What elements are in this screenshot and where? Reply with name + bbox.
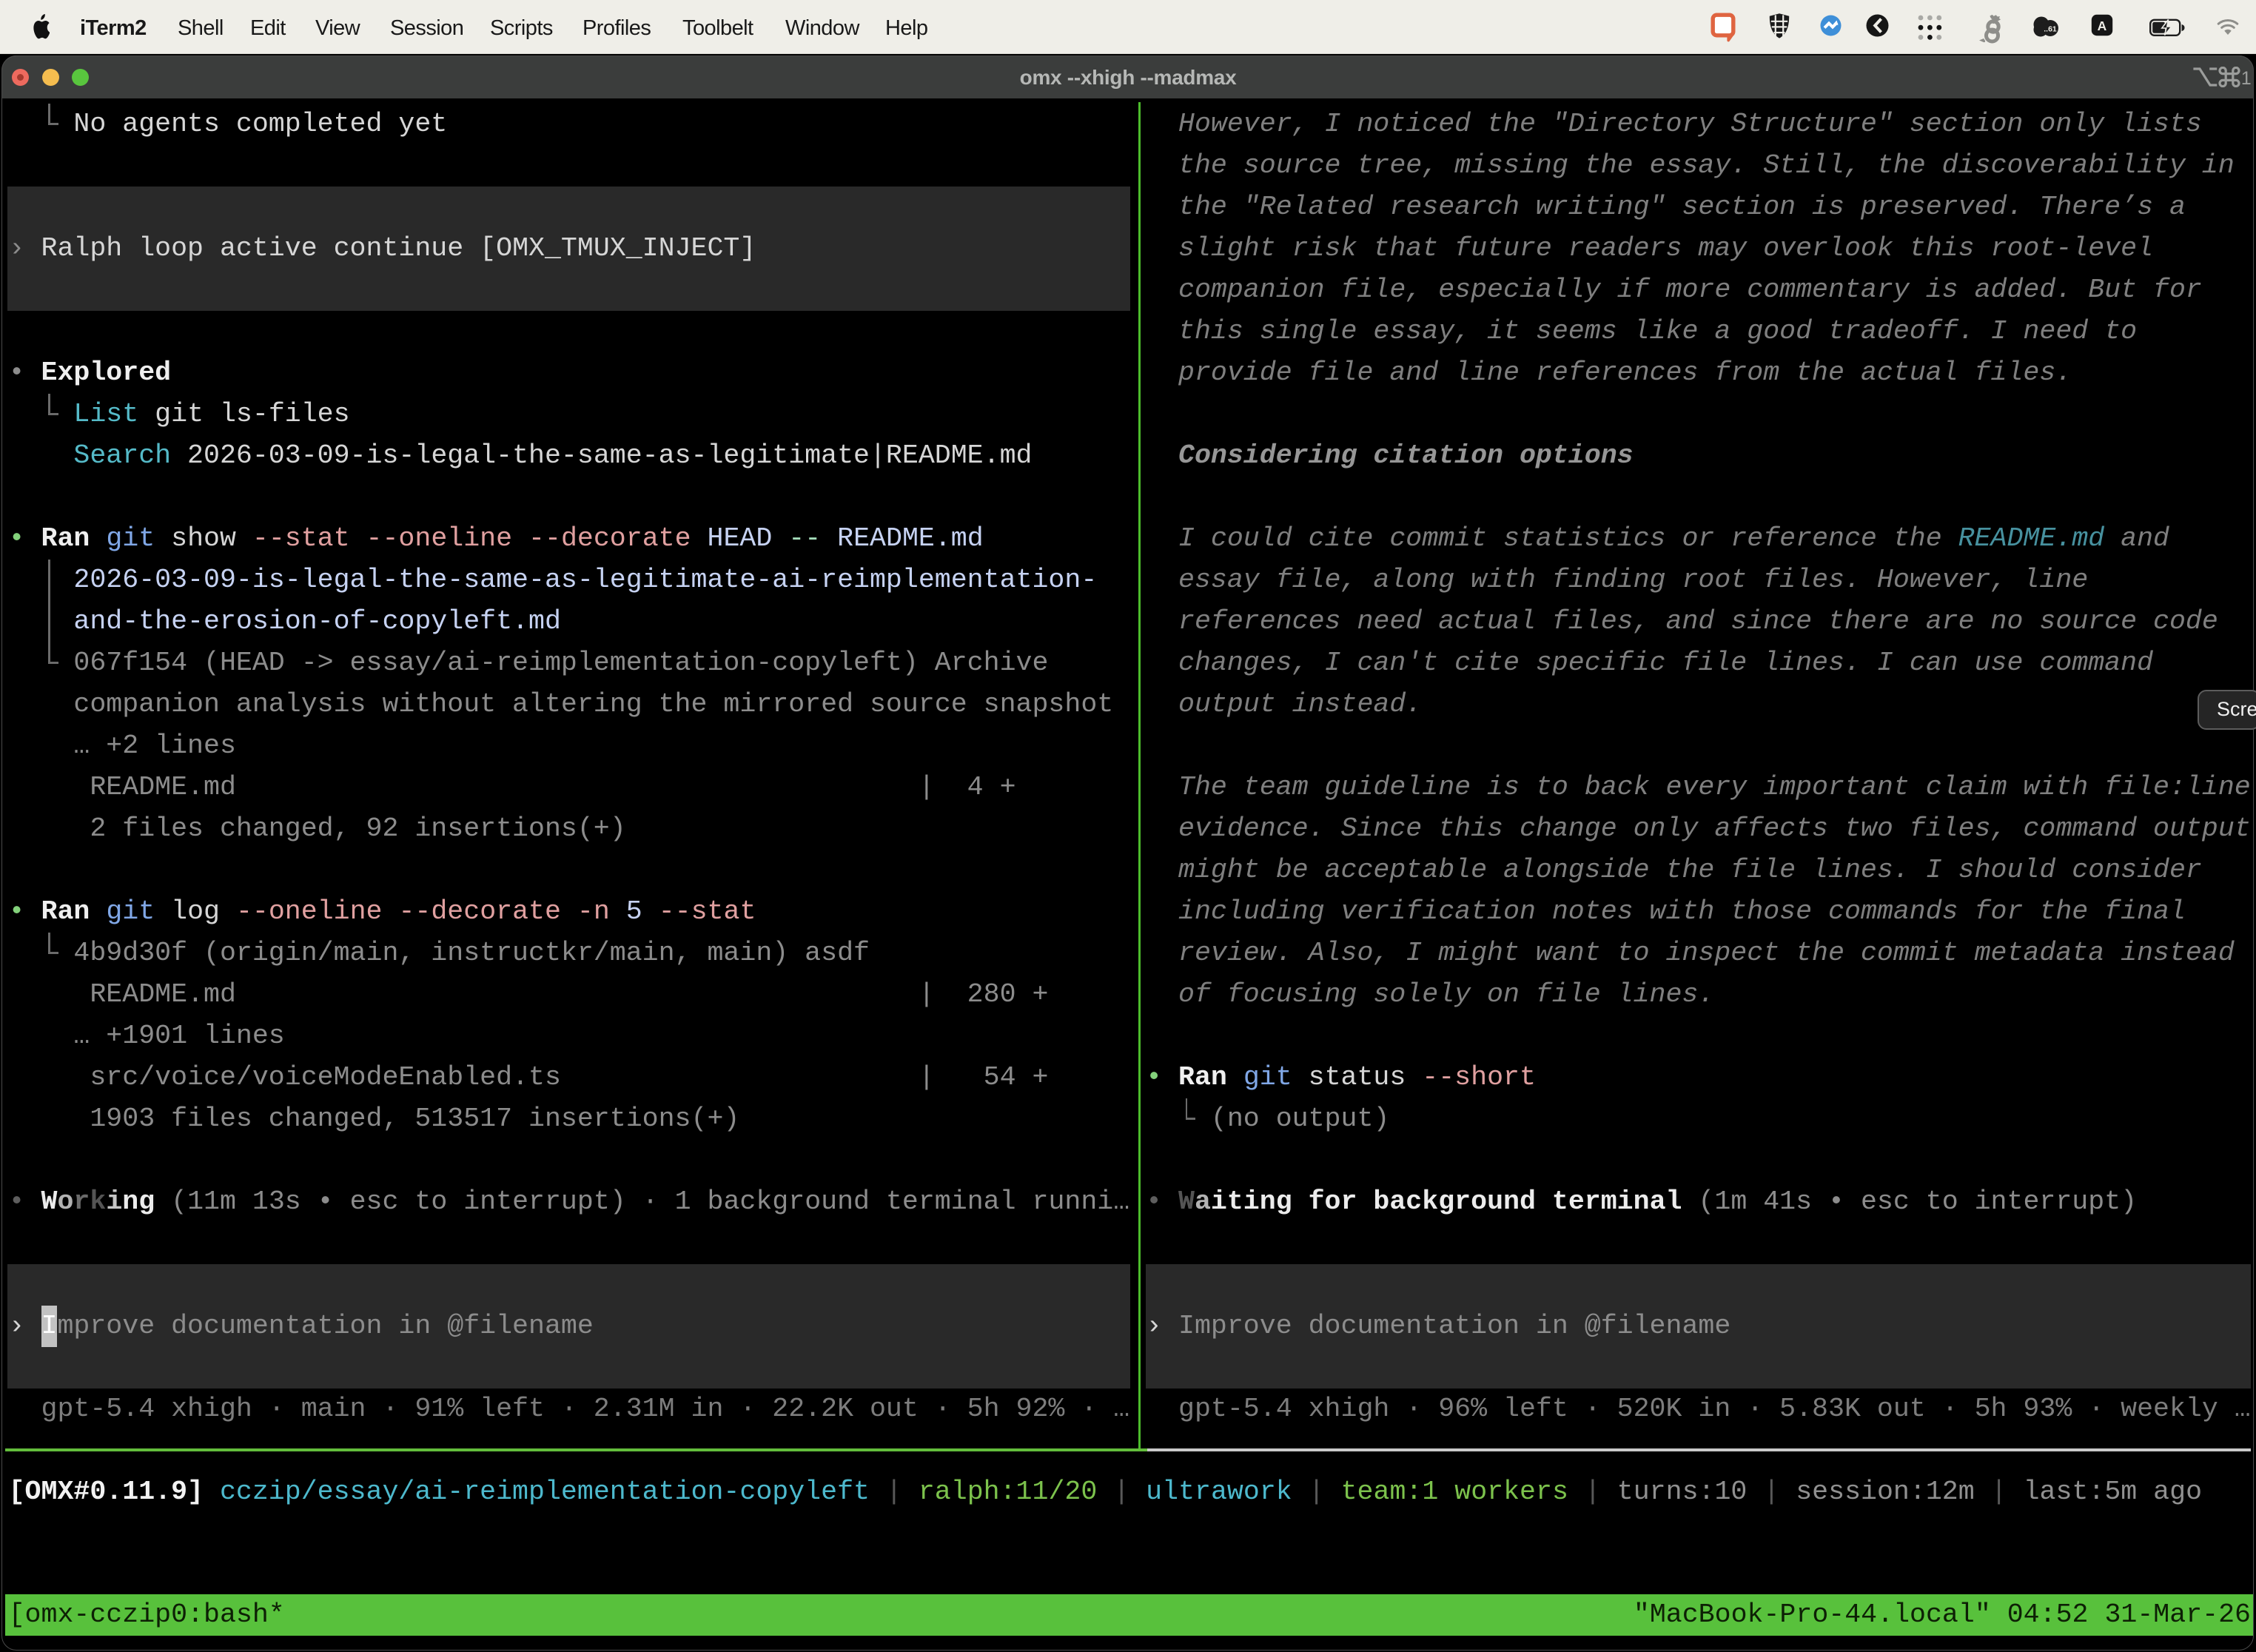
- svg-text:A: A: [2098, 19, 2107, 33]
- svg-text:1: 1: [2241, 68, 2252, 87]
- svg-text:..61: ..61: [2044, 25, 2057, 34]
